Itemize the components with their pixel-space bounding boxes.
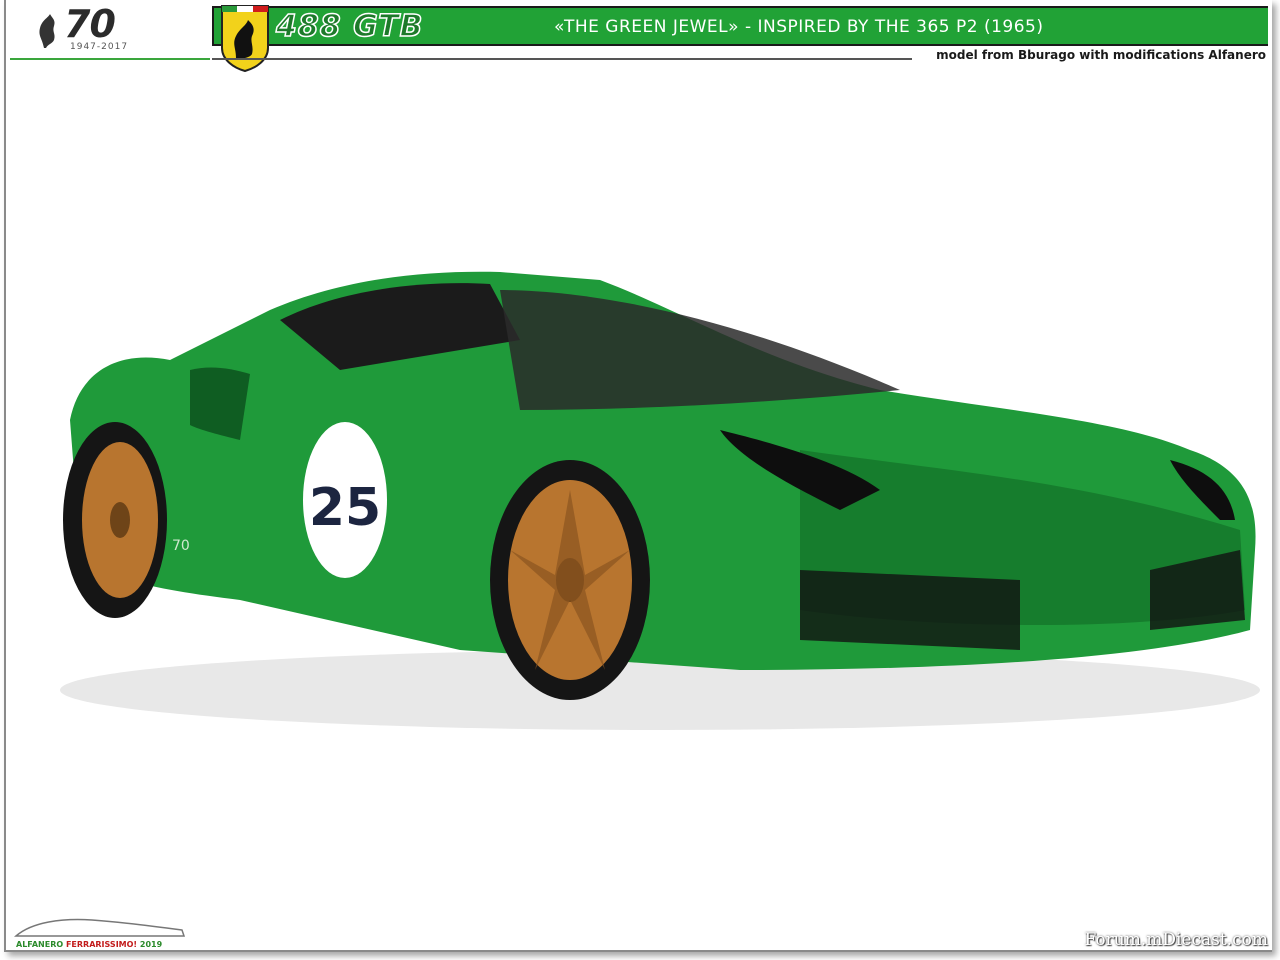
side-badge: 70 [172,538,190,554]
prancing-horse-icon [39,14,55,48]
front-wheel [490,460,650,700]
race-number: 25 [309,478,381,538]
car-photo: 25 70 [60,271,1260,730]
caption-line [212,58,912,60]
anniversary-years: 1947-2017 [70,42,129,52]
alfanero-logo: ALFANERO FERRARISSIMO! 2019 [12,912,202,952]
title-bar: 488 GTB «THE GREEN JEWEL» - INSPIRED BY … [212,6,1268,46]
logo-year: 2019 [139,940,163,949]
model-name: 488 GTB [275,8,424,45]
logo-text-red: FERRARISSIMO! [65,940,138,949]
accent-line [10,58,210,60]
car-silhouette-icon [14,918,186,937]
title-subtitle: «THE GREEN JEWEL» - INSPIRED BY THE 365 … [554,17,1044,37]
anniversary-logo: 70 1947-2017 [34,2,164,54]
logo-text-green: ALFANERO [16,940,64,949]
car-body [70,271,1256,670]
anniversary-number: 70 [64,2,116,46]
rear-wheel [63,422,167,618]
ferrari-shield-icon [221,5,269,72]
photo-caption: model from Bburago with modifications Al… [936,48,1266,62]
race-number-roundel: 25 [303,422,387,578]
watermark: Forum.mDiecast.com [1084,930,1268,950]
